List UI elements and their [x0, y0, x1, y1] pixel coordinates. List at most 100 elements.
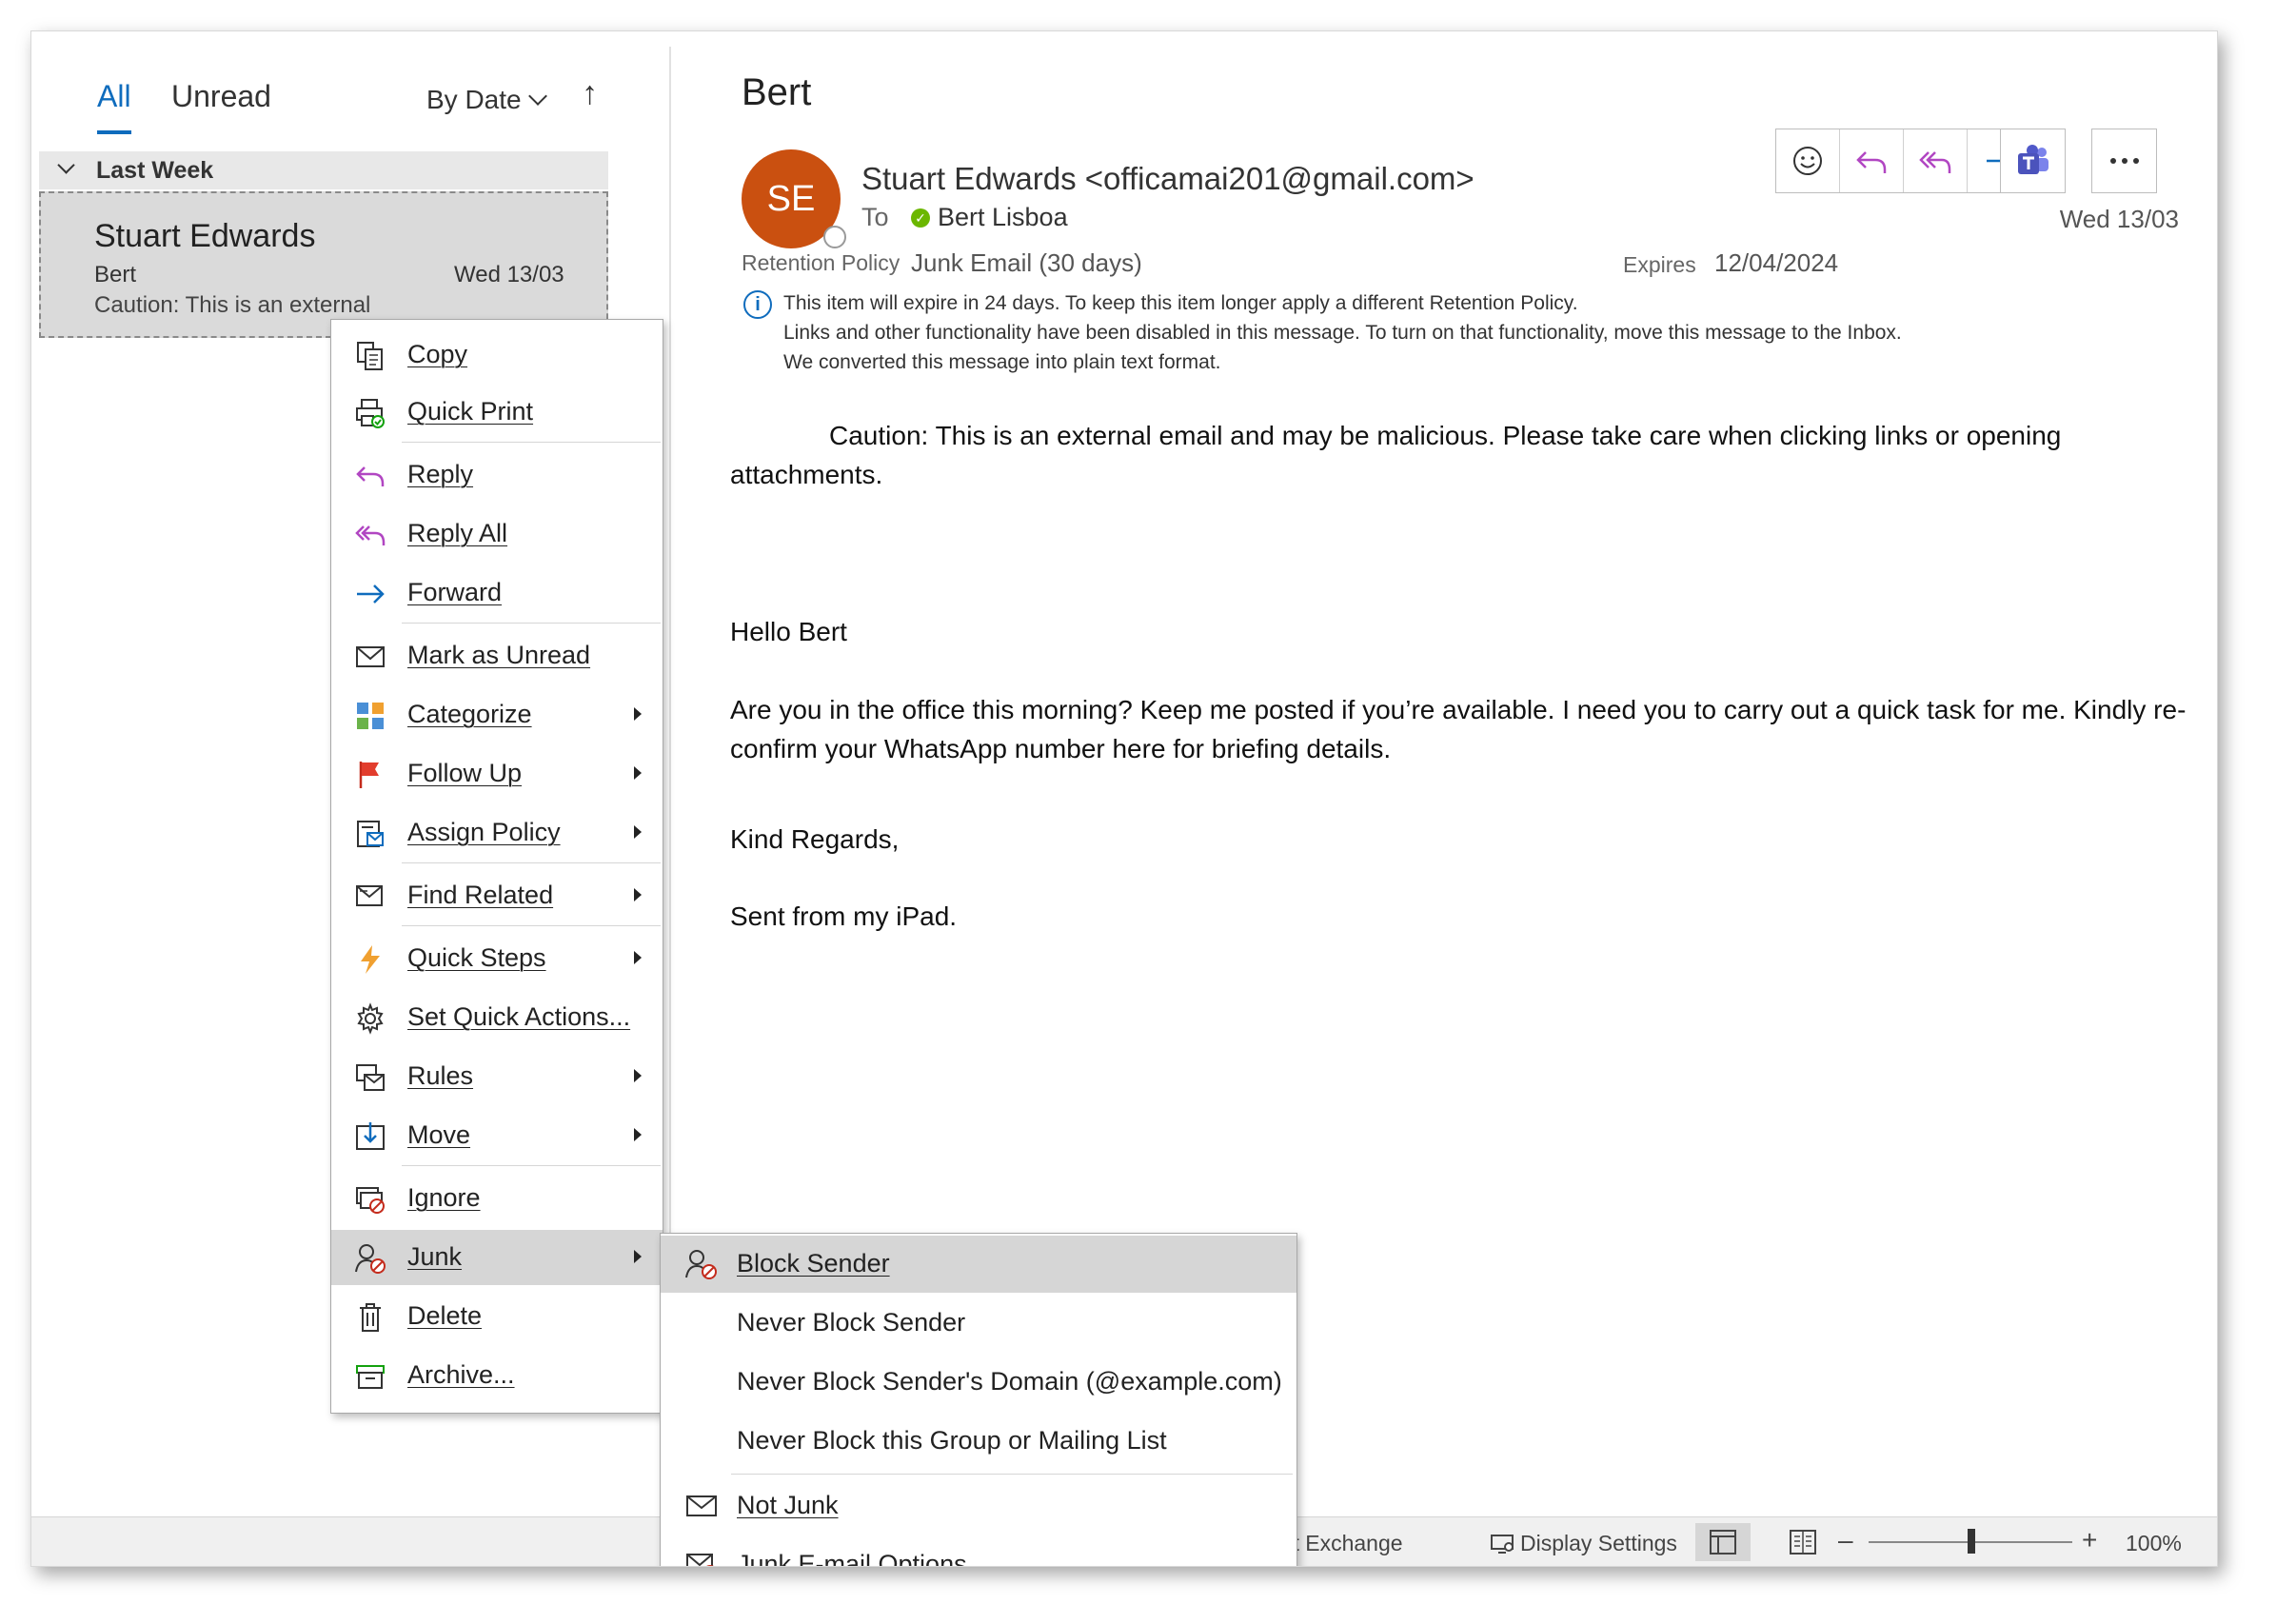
menu-item-rules[interactable]: Rules [331, 1049, 663, 1104]
collapse-chevron-icon [57, 156, 75, 174]
group-header-last-week[interactable]: Last Week [39, 151, 608, 189]
sort-direction-arrow-icon[interactable]: ↑ [582, 75, 598, 112]
reply-button[interactable] [1840, 129, 1904, 192]
chevron-down-icon [527, 87, 547, 106]
teams-toolbar [2000, 129, 2066, 193]
submenu-arrow-icon [634, 707, 642, 721]
share-to-teams-button[interactable] [2001, 129, 2065, 192]
submenu-arrow-icon [634, 951, 642, 964]
menu-item-label: Junk [407, 1242, 463, 1271]
info-line-plain-text[interactable]: We converted this message into plain tex… [783, 351, 1221, 374]
submenu-item-junk-email-options[interactable]: Junk E-mail Options... [661, 1536, 1296, 1566]
quick-print-icon [356, 399, 385, 428]
menu-item-label: Quick Steps [407, 943, 546, 972]
submenu-arrow-icon [634, 1069, 642, 1082]
menu-item-forward[interactable]: Forward [331, 565, 663, 621]
normal-view-icon [1710, 1530, 1736, 1555]
reply-all-icon [1919, 151, 1951, 173]
message-list-item[interactable]: Stuart Edwards Bert Wed 13/03 Caution: T… [39, 191, 608, 338]
normal-view-button[interactable] [1695, 1523, 1751, 1561]
copy-icon [357, 342, 383, 370]
menu-item-delete[interactable]: Delete [331, 1289, 663, 1344]
menu-item-junk[interactable]: Junk [331, 1230, 663, 1285]
menu-item-label: Reply [407, 460, 474, 488]
reply-all-button[interactable] [1904, 129, 1968, 192]
item-sender: Stuart Edwards [94, 218, 316, 254]
react-button[interactable] [1776, 129, 1840, 192]
menu-item-move[interactable]: Move [331, 1108, 663, 1163]
menu-item-categorize[interactable]: Categorize [331, 687, 663, 743]
menu-item-quick-print[interactable]: Quick Print [331, 385, 663, 440]
junk-submenu: Block Sender Never Block Sender Never Bl… [660, 1233, 1297, 1566]
zoom-slider-thumb[interactable] [1968, 1529, 1975, 1554]
submenu-arrow-icon [634, 1250, 642, 1263]
submenu-arrow-icon [634, 766, 642, 780]
flag-icon [359, 762, 379, 788]
display-settings-button[interactable]: Display Settings [1490, 1531, 1677, 1556]
menu-item-label: Reply All [407, 519, 508, 547]
menu-item-mark-as-unread[interactable]: Mark as Unread [331, 628, 663, 683]
item-subject: Bert [94, 262, 137, 287]
tab-all-underline [97, 130, 131, 134]
forward-icon [357, 584, 385, 604]
menu-item-archive[interactable]: Archive... [331, 1348, 663, 1403]
context-menu: Copy Quick Print Reply Reply All Forward… [330, 319, 663, 1414]
more-actions-toolbar [2091, 129, 2157, 193]
menu-item-ignore[interactable]: Ignore [331, 1171, 663, 1226]
sort-by-dropdown[interactable]: By Date [426, 85, 547, 115]
recipient-name[interactable]: Bert Lisboa [938, 203, 1068, 232]
menu-item-label: Find Related [407, 881, 554, 909]
envelope-icon [686, 1495, 717, 1516]
submenu-arrow-icon [634, 888, 642, 901]
submenu-item-block-sender[interactable]: Block Sender [661, 1236, 1296, 1293]
submenu-arrow-icon [634, 825, 642, 839]
menu-item-follow-up[interactable]: Follow Up [331, 746, 663, 802]
info-line-links-disabled[interactable]: Links and other functionality have been … [783, 322, 1902, 345]
body-paragraph: Are you in the office this morning? Keep… [730, 695, 2187, 763]
move-icon [356, 1122, 385, 1150]
menu-item-set-quick-actions[interactable]: Set Quick Actions... [331, 990, 663, 1045]
menu-item-label: Assign Policy [407, 818, 561, 846]
menu-item-label: Mark as Unread [407, 641, 591, 669]
menu-separator [402, 862, 661, 863]
submenu-item-never-block-domain[interactable]: Never Block Sender's Domain (@example.co… [661, 1354, 1296, 1411]
info-line-expire[interactable]: This item will expire in 24 days. To kee… [783, 292, 1578, 315]
menu-item-assign-policy[interactable]: Assign Policy [331, 805, 663, 861]
submenu-arrow-icon [634, 1128, 642, 1141]
tab-all[interactable]: All [97, 79, 131, 114]
menu-item-label: Ignore [407, 1183, 481, 1212]
more-actions-button[interactable] [2092, 129, 2156, 192]
reply-icon [356, 466, 385, 486]
submenu-item-label: Block Sender [737, 1249, 890, 1277]
menu-item-copy[interactable]: Copy [331, 327, 663, 383]
zoom-in-button[interactable]: + [2082, 1525, 2097, 1555]
block-sender-icon [685, 1250, 717, 1279]
menu-item-label: Quick Print [407, 397, 534, 426]
submenu-item-not-junk[interactable]: Not Junk [661, 1477, 1296, 1535]
menu-item-quick-steps[interactable]: Quick Steps [331, 931, 663, 986]
submenu-item-never-block-group[interactable]: Never Block this Group or Mailing List [661, 1413, 1296, 1470]
sender-name[interactable]: Stuart Edwards <officamai201@gmail.com> [861, 161, 1474, 197]
menu-item-label: Set Quick Actions... [407, 1002, 631, 1031]
menu-item-label: Copy [407, 340, 468, 368]
outlook-window: All Unread By Date ↑ Last Week Stuart Ed… [30, 30, 2218, 1567]
submenu-item-never-block-sender[interactable]: Never Block Sender [661, 1295, 1296, 1352]
envelope-icon [356, 646, 385, 667]
archive-icon [356, 1365, 385, 1389]
menu-item-reply-all[interactable]: Reply All [331, 506, 663, 562]
menu-item-label: Move [407, 1120, 471, 1149]
body-greeting: Hello Bert [730, 617, 847, 646]
menu-item-label: Categorize [407, 700, 532, 728]
tab-unread[interactable]: Unread [171, 79, 271, 114]
find-related-icon [356, 885, 383, 906]
reading-view-button[interactable] [1775, 1523, 1831, 1561]
gear-icon [357, 1002, 384, 1035]
display-settings-icon [1491, 1535, 1514, 1554]
zoom-percentage[interactable]: 100% [2126, 1531, 2182, 1556]
menu-item-find-related[interactable]: Find Related [331, 868, 663, 923]
menu-separator [731, 1474, 1293, 1475]
rules-icon [356, 1064, 385, 1091]
zoom-out-button[interactable]: – [1838, 1525, 1853, 1555]
submenu-item-label: Not Junk [737, 1491, 839, 1519]
menu-item-reply[interactable]: Reply [331, 447, 663, 503]
